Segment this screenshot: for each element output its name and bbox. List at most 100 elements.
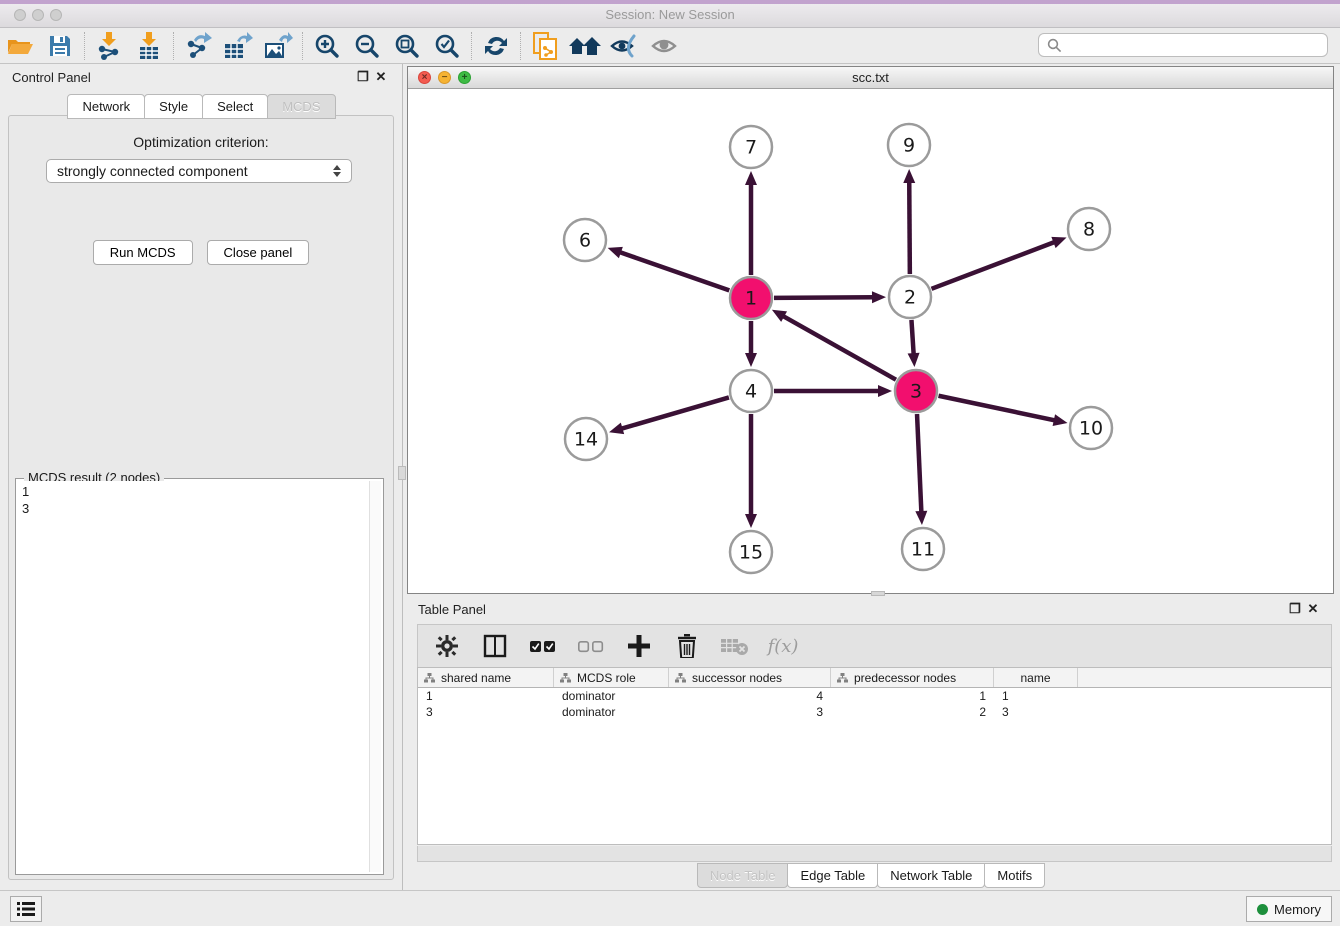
- homes-icon: [568, 34, 602, 58]
- graph-edge-arrowhead: [878, 385, 892, 397]
- graph-edge-1-2[interactable]: [774, 297, 874, 298]
- show-panel-button[interactable]: [645, 30, 685, 62]
- zoom-out-icon: [354, 33, 380, 59]
- clone-network-button[interactable]: [525, 30, 565, 62]
- save-session-button[interactable]: [40, 30, 80, 62]
- zoom-out-button[interactable]: [347, 30, 387, 62]
- cell-shared-name[interactable]: 1: [418, 689, 554, 703]
- mcds-result-text[interactable]: 1 3: [18, 481, 369, 872]
- tab-network[interactable]: Network: [67, 94, 145, 119]
- tab-network-table[interactable]: Network Table: [877, 863, 985, 888]
- refresh-button[interactable]: [476, 30, 516, 62]
- graph-node-label: 14: [574, 429, 598, 451]
- zoom-fit-icon: [394, 33, 420, 59]
- table-settings-button[interactable]: [430, 629, 464, 663]
- split-divider-grip[interactable]: [398, 466, 406, 480]
- graph-edge-4-14[interactable]: [621, 397, 729, 429]
- memory-button[interactable]: Memory: [1246, 896, 1332, 922]
- graph-edge-3-10[interactable]: [939, 396, 1056, 421]
- import-table-button[interactable]: [129, 30, 169, 62]
- column-header-name[interactable]: name: [994, 668, 1078, 687]
- column-layout-button[interactable]: [478, 629, 512, 663]
- open-session-button[interactable]: [0, 30, 40, 62]
- graph-edge-1-6[interactable]: [619, 252, 729, 291]
- graph-edge-arrowhead: [745, 514, 757, 528]
- export-table-button[interactable]: [218, 30, 258, 62]
- graph-node-label: 1: [745, 288, 757, 310]
- close-table-panel-icon[interactable]: ✕: [1304, 601, 1322, 617]
- tab-mcds[interactable]: MCDS: [267, 94, 335, 119]
- graph-node-label: 4: [745, 381, 757, 403]
- net-close-button[interactable]: ×: [418, 71, 431, 84]
- import-network-button[interactable]: [89, 30, 129, 62]
- tab-motifs[interactable]: Motifs: [984, 863, 1045, 888]
- cell-successor-nodes[interactable]: 4: [669, 689, 831, 703]
- network-window-titlebar[interactable]: × − + scc.txt: [408, 67, 1333, 89]
- optimization-criterion-dropdown[interactable]: strongly connected component: [46, 159, 352, 183]
- graph-edge-arrowhead: [915, 511, 927, 525]
- graph-edge-arrowhead: [872, 291, 886, 303]
- delete-row-button[interactable]: [670, 629, 704, 663]
- network-canvas[interactable]: 7968124314101511: [408, 89, 1333, 593]
- column-header-predecessor-nodes[interactable]: predecessor nodes: [831, 668, 994, 687]
- table-row[interactable]: 1 dominator 4 1 1: [418, 688, 1331, 704]
- export-network-button[interactable]: [178, 30, 218, 62]
- graph-edge-2-9[interactable]: [909, 181, 910, 274]
- zoom-selected-button[interactable]: [427, 30, 467, 62]
- net-minimize-button[interactable]: −: [438, 71, 451, 84]
- float-table-panel-icon[interactable]: ❐: [1286, 601, 1304, 617]
- main-toolbar: [0, 28, 1340, 64]
- table-row[interactable]: 3 dominator 3 2 3: [418, 704, 1331, 720]
- tab-edge-table[interactable]: Edge Table: [787, 863, 878, 888]
- run-mcds-button[interactable]: Run MCDS: [93, 240, 193, 265]
- function-builder-button[interactable]: f(x): [766, 629, 800, 663]
- app-titlebar: Session: New Session: [0, 0, 1340, 28]
- add-row-icon: [628, 635, 650, 657]
- cell-shared-name[interactable]: 3: [418, 705, 554, 719]
- zoom-fit-button[interactable]: [387, 30, 427, 62]
- deselect-all-icon: [578, 640, 604, 653]
- graph-edge-2-8[interactable]: [932, 242, 1056, 289]
- task-history-button[interactable]: [10, 896, 42, 922]
- cell-successor-nodes[interactable]: 3: [669, 705, 831, 719]
- float-panel-icon[interactable]: ❐: [354, 69, 372, 85]
- close-panel-button[interactable]: Close panel: [207, 240, 310, 265]
- deselect-all-button[interactable]: [574, 629, 608, 663]
- search-input[interactable]: [1068, 38, 1319, 53]
- network-graph[interactable]: 7968124314101511: [408, 89, 1333, 593]
- select-all-button[interactable]: [526, 629, 560, 663]
- column-header-successor-nodes[interactable]: successor nodes: [669, 668, 831, 687]
- cell-name[interactable]: 1: [994, 689, 1078, 703]
- cell-predecessor-nodes[interactable]: 1: [831, 689, 994, 703]
- table-panel: Table Panel ❐ ✕: [407, 596, 1334, 890]
- tab-select[interactable]: Select: [202, 94, 268, 119]
- tab-style[interactable]: Style: [144, 94, 203, 119]
- net-zoom-button[interactable]: +: [458, 71, 471, 84]
- cell-predecessor-nodes[interactable]: 2: [831, 705, 994, 719]
- graph-edge-2-3[interactable]: [911, 320, 913, 355]
- node-table[interactable]: shared name MCDS role successor nodes pr…: [417, 667, 1332, 845]
- cell-mcds-role[interactable]: dominator: [554, 705, 669, 719]
- search-field[interactable]: [1038, 33, 1328, 57]
- close-panel-icon[interactable]: ✕: [372, 69, 390, 85]
- add-row-button[interactable]: [622, 629, 656, 663]
- column-header-shared-name[interactable]: shared name: [418, 668, 554, 687]
- homes-button[interactable]: [565, 30, 605, 62]
- graph-edge-3-11[interactable]: [917, 414, 921, 513]
- export-image-button[interactable]: [258, 30, 298, 62]
- cell-name[interactable]: 3: [994, 705, 1078, 719]
- column-header-mcds-role[interactable]: MCDS role: [554, 668, 669, 687]
- memory-label: Memory: [1274, 902, 1321, 917]
- zoom-in-button[interactable]: [307, 30, 347, 62]
- show-panel-icon: [650, 34, 680, 58]
- tab-node-table[interactable]: Node Table: [697, 863, 789, 888]
- graph-edge-arrowhead: [745, 171, 757, 185]
- graph-edge-3-1[interactable]: [782, 316, 896, 380]
- cell-mcds-role[interactable]: dominator: [554, 689, 669, 703]
- delete-table-button[interactable]: [718, 629, 752, 663]
- graph-node-label: 2: [904, 287, 916, 309]
- hide-panel-button[interactable]: [605, 30, 645, 62]
- import-network-icon: [96, 32, 122, 60]
- mcds-result-scrollbar[interactable]: [369, 481, 381, 872]
- graph-edge-arrowhead: [903, 169, 915, 183]
